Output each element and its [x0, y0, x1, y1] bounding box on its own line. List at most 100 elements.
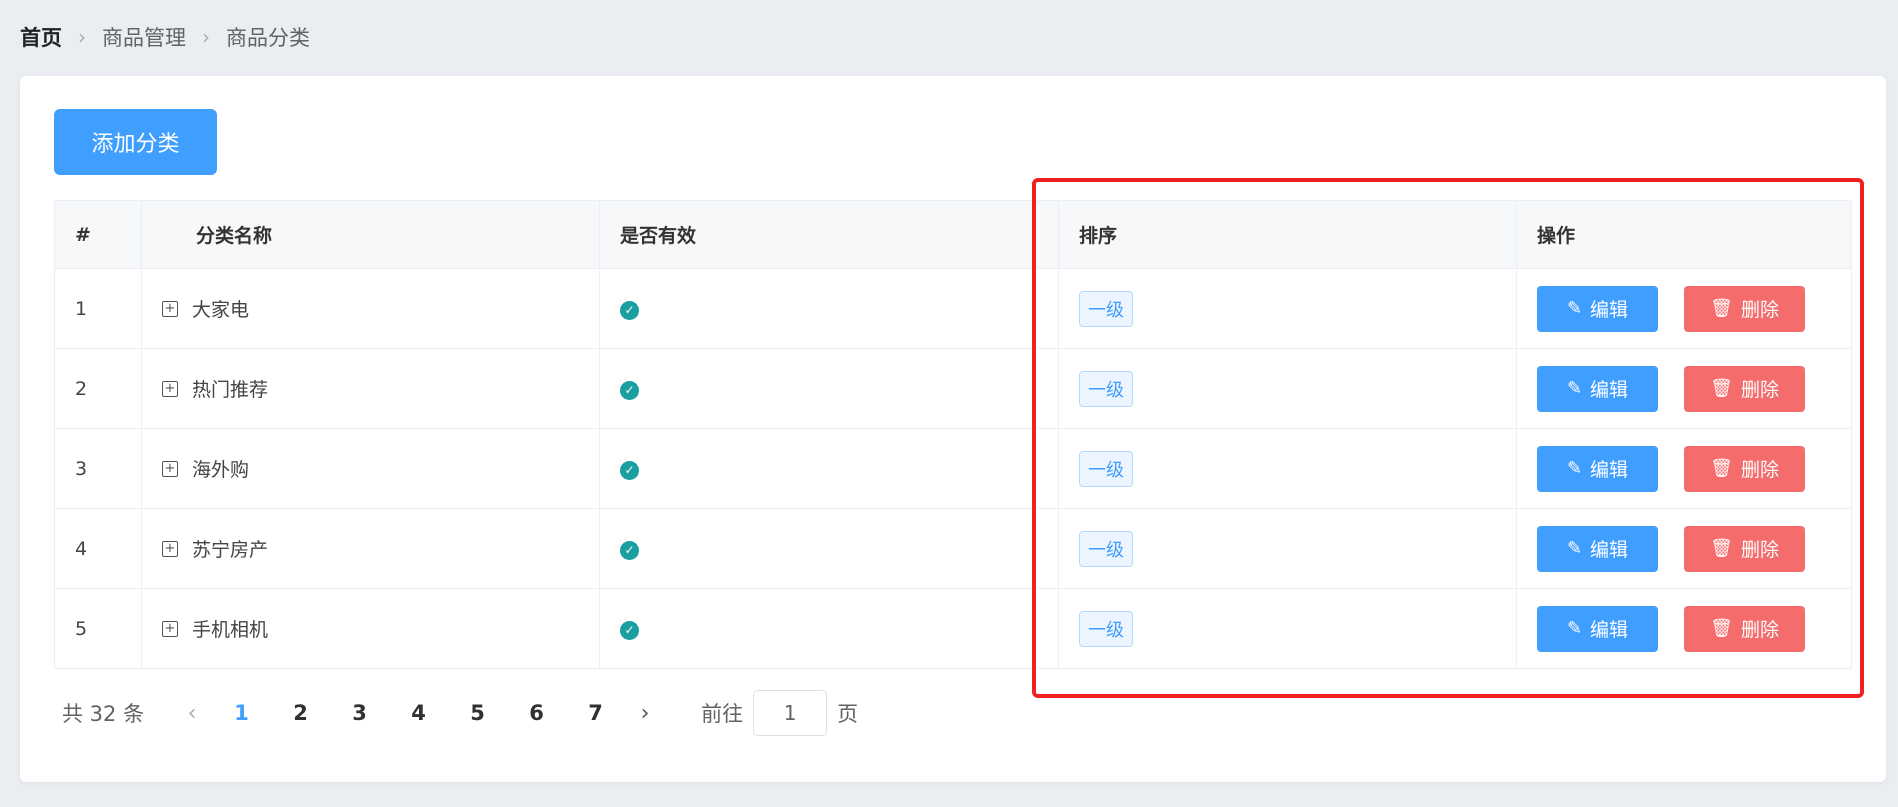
table-row: 1 + 大家电 ✓ 一级 ✎ 编辑 🗑 删除 [54, 268, 1852, 349]
edit-label: 编辑 [1590, 459, 1629, 481]
delete-label: 删除 [1740, 459, 1779, 481]
delete-button[interactable]: 🗑 删除 [1684, 605, 1806, 652]
row-sort-cell: 一级 [1058, 268, 1517, 349]
category-name: 大家电 [192, 299, 250, 321]
trash-icon: 🗑 [1710, 298, 1733, 319]
breadcrumb-goods-category: 商品分类 [226, 26, 310, 50]
chevron-right-icon: › [78, 25, 86, 49]
row-actions-cell: ✎ 编辑 🗑 删除 [1516, 348, 1852, 429]
header-index: # [54, 200, 142, 269]
next-page-icon[interactable]: › [625, 701, 665, 726]
edit-icon: ✎ [1566, 458, 1583, 479]
level-tag: 一级 [1079, 370, 1133, 407]
edit-button[interactable]: ✎ 编辑 [1537, 525, 1658, 572]
row-valid-cell: ✓ [599, 348, 1059, 429]
delete-label: 删除 [1740, 539, 1779, 561]
page-number-5[interactable]: 5 [448, 701, 507, 725]
expand-plus-icon[interactable]: + [162, 620, 178, 637]
row-actions-cell: ✎ 编辑 🗑 删除 [1516, 588, 1852, 669]
edit-label: 编辑 [1590, 539, 1629, 561]
edit-icon: ✎ [1566, 538, 1583, 559]
check-circle-icon: ✓ [620, 620, 639, 640]
expand-plus-icon[interactable]: + [162, 300, 178, 317]
category-table: # 分类名称 是否有效 排序 操作 1 + 大家电 ✓ 一级 ✎ 编辑 🗑 删除… [54, 200, 1852, 669]
level-tag: 一级 [1079, 290, 1133, 327]
category-name: 苏宁房产 [192, 539, 269, 561]
row-name-cell: + 苏宁房产 [141, 508, 600, 589]
header-category-name: 分类名称 [141, 200, 600, 269]
row-actions-cell: ✎ 编辑 🗑 删除 [1516, 428, 1852, 509]
row-name-cell: + 手机相机 [141, 588, 600, 669]
add-category-button[interactable]: 添加分类 [54, 109, 217, 175]
table-row: 5 + 手机相机 ✓ 一级 ✎ 编辑 🗑 删除 [54, 588, 1852, 669]
check-circle-icon: ✓ [620, 300, 639, 320]
delete-button[interactable]: 🗑 删除 [1684, 525, 1806, 572]
edit-label: 编辑 [1590, 379, 1629, 401]
content-card: 添加分类 # 分类名称 是否有效 排序 操作 1 + 大家电 ✓ 一级 ✎ 编辑… [20, 76, 1886, 782]
row-name-cell: + 大家电 [141, 268, 600, 349]
page-number-6[interactable]: 6 [507, 701, 566, 725]
delete-button[interactable]: 🗑 删除 [1684, 365, 1806, 412]
breadcrumb-home[interactable]: 首页 [20, 22, 62, 52]
row-index: 3 [54, 428, 142, 509]
edit-label: 编辑 [1590, 299, 1629, 321]
delete-button[interactable]: 🗑 删除 [1684, 285, 1806, 332]
check-circle-icon: ✓ [620, 380, 639, 400]
table-row: 4 + 苏宁房产 ✓ 一级 ✎ 编辑 🗑 删除 [54, 508, 1852, 589]
expand-plus-icon[interactable]: + [162, 540, 178, 557]
page-number-4[interactable]: 4 [389, 701, 448, 725]
prev-page-icon[interactable]: ‹ [172, 701, 212, 726]
chevron-right-icon: › [202, 25, 210, 49]
header-is-valid: 是否有效 [599, 200, 1059, 269]
edit-button[interactable]: ✎ 编辑 [1537, 605, 1658, 652]
row-sort-cell: 一级 [1058, 348, 1517, 429]
edit-label: 编辑 [1590, 619, 1629, 641]
row-sort-cell: 一级 [1058, 428, 1517, 509]
expand-plus-icon[interactable]: + [162, 460, 178, 477]
expand-plus-icon[interactable]: + [162, 380, 178, 397]
check-circle-icon: ✓ [620, 460, 639, 480]
breadcrumb: 首页 › 商品管理 › 商品分类 [20, 22, 310, 52]
edit-icon: ✎ [1566, 378, 1583, 399]
edit-icon: ✎ [1566, 298, 1583, 319]
delete-button[interactable]: 🗑 删除 [1684, 445, 1806, 492]
edit-button[interactable]: ✎ 编辑 [1537, 445, 1658, 492]
row-valid-cell: ✓ [599, 428, 1059, 509]
trash-icon: 🗑 [1710, 378, 1733, 399]
trash-icon: 🗑 [1710, 618, 1733, 639]
level-tag: 一级 [1079, 450, 1133, 487]
pagination: 共 32 条 ‹ 1234567 › 前往 页 [62, 690, 858, 736]
goto-suffix: 页 [837, 702, 859, 726]
row-index: 4 [54, 508, 142, 589]
delete-label: 删除 [1740, 299, 1779, 321]
page-number-3[interactable]: 3 [330, 701, 389, 725]
pagination-total: 共 32 条 [62, 702, 145, 726]
row-index: 5 [54, 588, 142, 669]
row-actions-cell: ✎ 编辑 🗑 删除 [1516, 268, 1852, 349]
page-number-7[interactable]: 7 [566, 701, 625, 725]
edit-button[interactable]: ✎ 编辑 [1537, 365, 1658, 412]
row-index: 1 [54, 268, 142, 349]
level-tag: 一级 [1079, 610, 1133, 647]
page-number-1[interactable]: 1 [212, 701, 271, 725]
delete-label: 删除 [1740, 379, 1779, 401]
row-sort-cell: 一级 [1058, 508, 1517, 589]
goto-page-input[interactable] [753, 690, 828, 736]
table-header-row: # 分类名称 是否有效 排序 操作 [54, 200, 1852, 269]
check-circle-icon: ✓ [620, 540, 639, 560]
header-actions: 操作 [1516, 200, 1852, 269]
level-tag: 一级 [1079, 530, 1133, 567]
delete-label: 删除 [1740, 619, 1779, 641]
table-row: 2 + 热门推荐 ✓ 一级 ✎ 编辑 🗑 删除 [54, 348, 1852, 429]
row-valid-cell: ✓ [599, 268, 1059, 349]
trash-icon: 🗑 [1710, 458, 1733, 479]
row-name-cell: + 热门推荐 [141, 348, 600, 429]
goto-label: 前往 [701, 702, 744, 726]
category-name: 热门推荐 [192, 379, 269, 401]
category-name: 海外购 [192, 459, 250, 481]
row-valid-cell: ✓ [599, 508, 1059, 589]
page-number-2[interactable]: 2 [271, 701, 330, 725]
row-actions-cell: ✎ 编辑 🗑 删除 [1516, 508, 1852, 589]
edit-button[interactable]: ✎ 编辑 [1537, 285, 1658, 332]
row-sort-cell: 一级 [1058, 588, 1517, 669]
